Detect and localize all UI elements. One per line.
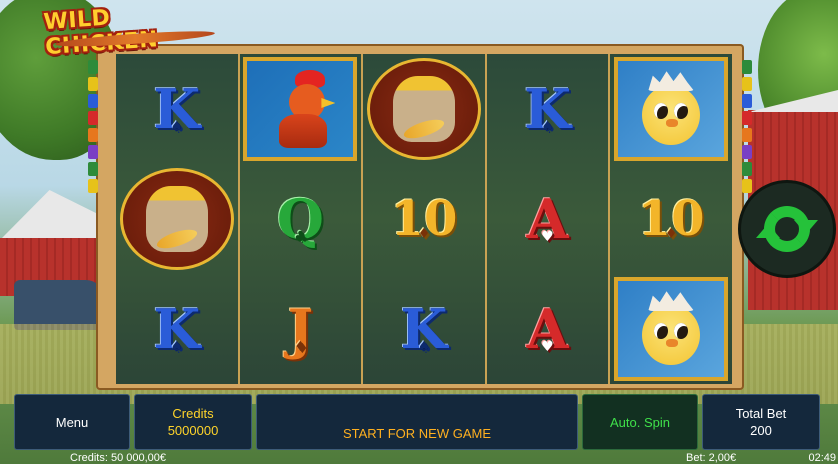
payline-marker[interactable] [742, 94, 752, 108]
reel-cell: K ♠ [487, 54, 609, 164]
reel-cell: J ♦ [240, 274, 362, 384]
total-bet-label: Total Bet [735, 406, 787, 421]
menu-label: Menu [55, 414, 89, 430]
reel-cell: Q ♣ [240, 164, 362, 274]
payline-marker[interactable] [742, 77, 752, 91]
card-symbol-q: Q ♣ [277, 192, 324, 246]
line-markers-right [742, 60, 752, 196]
game-message-text: START FOR NEW GAME [342, 425, 492, 441]
card-symbol-j: J ♦ [288, 302, 314, 356]
game-logo: WILD CHICKEN [43, 0, 221, 60]
status-clock: 02:49 [808, 452, 836, 464]
payline-marker[interactable] [88, 111, 98, 125]
reel-cell: K ♠ [363, 274, 485, 384]
club-icon: ♣ [294, 229, 307, 245]
payline-marker[interactable] [88, 128, 98, 142]
diamond-icon: ♦ [294, 339, 307, 355]
reel-cell: A ♥ [487, 164, 609, 274]
card-symbol-k: K ♠ [153, 82, 200, 136]
reel-2: Q ♣ J ♦ [240, 54, 364, 384]
reel-3: 10 ♦ K ♠ [363, 54, 487, 384]
status-bet: Bet: 2,00€ [686, 452, 737, 464]
payline-marker[interactable] [88, 60, 98, 74]
spade-icon: ♠ [170, 119, 184, 135]
spade-icon: ♠ [541, 119, 554, 135]
payline-marker[interactable] [742, 162, 752, 176]
card-symbol-k: K ♠ [401, 302, 448, 356]
reel-5: 10 ♦ [610, 54, 732, 384]
spade-icon: ♠ [170, 339, 184, 355]
payline-marker[interactable] [88, 162, 98, 176]
reel-cell [363, 54, 485, 164]
heart-icon: ♥ [541, 339, 554, 355]
control-panel: Menu Credits 5000000 START FOR NEW GAME … [14, 394, 824, 450]
reel-cell: K ♠ [116, 54, 238, 164]
status-bar: Credits: 50 000,00€ Bet: 2,00€ 02:49 [0, 452, 838, 464]
credits-display: Credits 5000000 [134, 394, 252, 450]
diamond-icon: ♦ [417, 226, 431, 242]
spade-icon: ♠ [417, 339, 431, 355]
diamond-icon: ♦ [664, 226, 678, 242]
credits-label: Credits [172, 406, 214, 421]
spin-button[interactable] [738, 180, 836, 278]
reels-area: K ♠ K ♠ Q ♣ J ♦ 10 ♦ K ♠ K ♠ A ♥ A ♥ 10 ♦ [116, 54, 732, 384]
payline-marker[interactable] [88, 77, 98, 91]
card-symbol-10: 10 ♦ [638, 195, 705, 243]
chick-symbol [614, 277, 729, 381]
card-symbol-a: A ♥ [527, 192, 569, 246]
reel-cell: K ♠ [116, 274, 238, 384]
reel-1: K ♠ K ♠ [116, 54, 240, 384]
reel-cell [240, 54, 362, 164]
card-symbol-a: A ♥ [527, 302, 569, 356]
grain-sack-symbol [366, 58, 481, 160]
payline-marker[interactable] [742, 145, 752, 159]
auto-spin-label: Auto. Spin [610, 414, 670, 430]
line-markers-left [88, 60, 98, 196]
payline-marker[interactable] [742, 60, 752, 74]
card-symbol-k: K ♠ [524, 82, 571, 136]
reel-cell [610, 54, 732, 164]
rooster-symbol [243, 57, 358, 161]
tractor [14, 280, 104, 330]
status-credits: Credits: 50 000,00€ [70, 452, 167, 464]
reel-cell: 10 ♦ [363, 164, 485, 274]
total-bet-button[interactable]: Total Bet 200 [702, 394, 820, 450]
card-symbol-k: K ♠ [153, 302, 200, 356]
payline-marker[interactable] [88, 94, 98, 108]
spin-refresh-icon [756, 198, 818, 260]
payline-marker[interactable] [742, 111, 752, 125]
total-bet-value: 200 [750, 423, 772, 438]
reel-cell [610, 274, 732, 384]
reel-4: K ♠ A ♥ A ♥ [487, 54, 611, 384]
heart-icon: ♥ [541, 229, 554, 245]
payline-marker[interactable] [88, 179, 98, 193]
reel-cell [116, 164, 238, 274]
payline-marker[interactable] [88, 145, 98, 159]
credits-value: 5000000 [167, 423, 219, 438]
reel-cell: 10 ♦ [610, 164, 732, 274]
payline-marker[interactable] [742, 128, 752, 142]
payline-marker[interactable] [742, 179, 752, 193]
game-message: START FOR NEW GAME [256, 394, 578, 450]
grain-sack-symbol [119, 168, 234, 270]
auto-spin-button[interactable]: Auto. Spin [582, 394, 698, 450]
menu-button[interactable]: Menu [14, 394, 130, 450]
reel-cell: A ♥ [487, 274, 609, 384]
chick-symbol [614, 57, 729, 161]
card-symbol-10: 10 ♦ [391, 195, 458, 243]
